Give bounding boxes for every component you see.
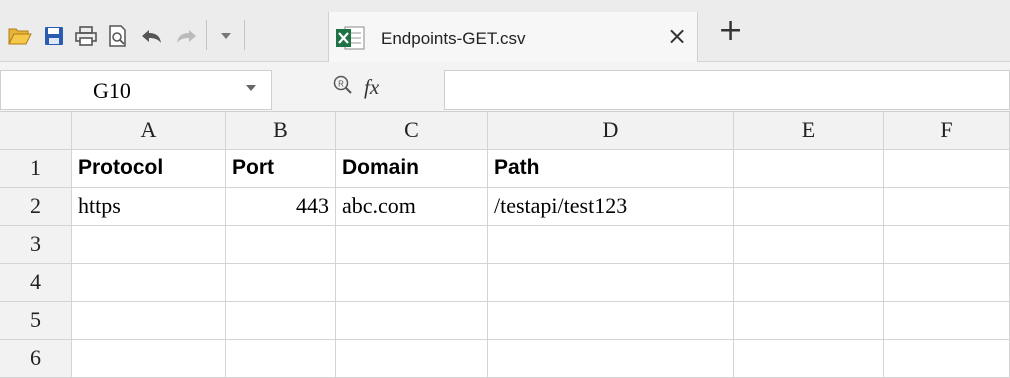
column-header-b[interactable]: B [226, 112, 336, 150]
insert-function-icon[interactable]: fx [364, 75, 379, 100]
cell-d2[interactable]: /testapi/test123 [488, 188, 734, 226]
cell-b2[interactable]: 443 [226, 188, 336, 226]
cell-e2[interactable] [734, 188, 884, 226]
new-tab-icon[interactable]: + [718, 16, 743, 46]
cell-d3[interactable] [488, 226, 734, 264]
formula-input[interactable] [444, 70, 1010, 110]
toolbar-separator [244, 20, 245, 50]
cell-a4[interactable] [72, 264, 226, 302]
toolbar-separator [206, 20, 207, 50]
cell-e1[interactable] [734, 150, 884, 188]
cell-e3[interactable] [734, 226, 884, 264]
column-header-f[interactable]: F [884, 112, 1010, 150]
cell-a1[interactable]: Protocol [72, 150, 226, 188]
cell-c6[interactable] [336, 340, 488, 378]
cell-e6[interactable] [734, 340, 884, 378]
cell-c1[interactable]: Domain [336, 150, 488, 188]
redo-icon[interactable] [172, 23, 200, 49]
name-box[interactable]: G10 [0, 70, 272, 110]
spreadsheet-file-icon [335, 25, 365, 56]
save-icon[interactable] [40, 23, 68, 49]
column-header-a[interactable]: A [72, 112, 226, 150]
cell-b5[interactable] [226, 302, 336, 340]
cell-b3[interactable] [226, 226, 336, 264]
cell-c2[interactable]: abc.com [336, 188, 488, 226]
cell-f5[interactable] [884, 302, 1010, 340]
document-tab-label: Endpoints-GET.csv [381, 29, 526, 48]
cell-b4[interactable] [226, 264, 336, 302]
undo-icon[interactable] [138, 23, 166, 49]
cell-a3[interactable] [72, 226, 226, 264]
cell-d5[interactable] [488, 302, 734, 340]
cell-f2[interactable] [884, 188, 1010, 226]
column-header-c[interactable]: C [336, 112, 488, 150]
print-icon[interactable] [72, 23, 100, 49]
row-header-4[interactable]: 4 [0, 264, 72, 302]
chevron-down-icon[interactable] [246, 85, 256, 91]
cell-b6[interactable] [226, 340, 336, 378]
cell-e4[interactable] [734, 264, 884, 302]
cell-c4[interactable] [336, 264, 488, 302]
cell-d4[interactable] [488, 264, 734, 302]
cell-d6[interactable] [488, 340, 734, 378]
row-header-6[interactable]: 6 [0, 340, 72, 378]
select-all-corner[interactable] [0, 112, 72, 150]
close-tab-icon[interactable]: × [667, 24, 687, 48]
cell-a6[interactable] [72, 340, 226, 378]
open-folder-icon[interactable] [6, 23, 34, 49]
column-header-d[interactable]: D [488, 112, 734, 150]
cell-a2[interactable]: https [72, 188, 226, 226]
cell-c3[interactable] [336, 226, 488, 264]
cell-f6[interactable] [884, 340, 1010, 378]
document-tab[interactable]: Endpoints-GET.csv × [328, 12, 698, 62]
row-header-1[interactable]: 1 [0, 150, 72, 188]
column-header-e[interactable]: E [734, 112, 884, 150]
formula-bar: G10 R fx [0, 62, 1010, 112]
row-header-3[interactable]: 3 [0, 226, 72, 264]
svg-text:R: R [338, 79, 344, 88]
cell-f1[interactable] [884, 150, 1010, 188]
print-preview-icon[interactable] [104, 23, 132, 49]
row-header-5[interactable]: 5 [0, 302, 72, 340]
title-bar: Endpoints-GET.csv × + [0, 0, 1010, 62]
customize-dropdown-icon[interactable] [212, 23, 240, 49]
name-box-value: G10 [93, 78, 131, 103]
cell-f3[interactable] [884, 226, 1010, 264]
cell-e5[interactable] [734, 302, 884, 340]
cell-b1[interactable]: Port [226, 150, 336, 188]
cell-a5[interactable] [72, 302, 226, 340]
cell-d1[interactable]: Path [488, 150, 734, 188]
zoom-formula-icon[interactable]: R [332, 74, 354, 101]
cell-f4[interactable] [884, 264, 1010, 302]
cell-c5[interactable] [336, 302, 488, 340]
row-header-2[interactable]: 2 [0, 188, 72, 226]
